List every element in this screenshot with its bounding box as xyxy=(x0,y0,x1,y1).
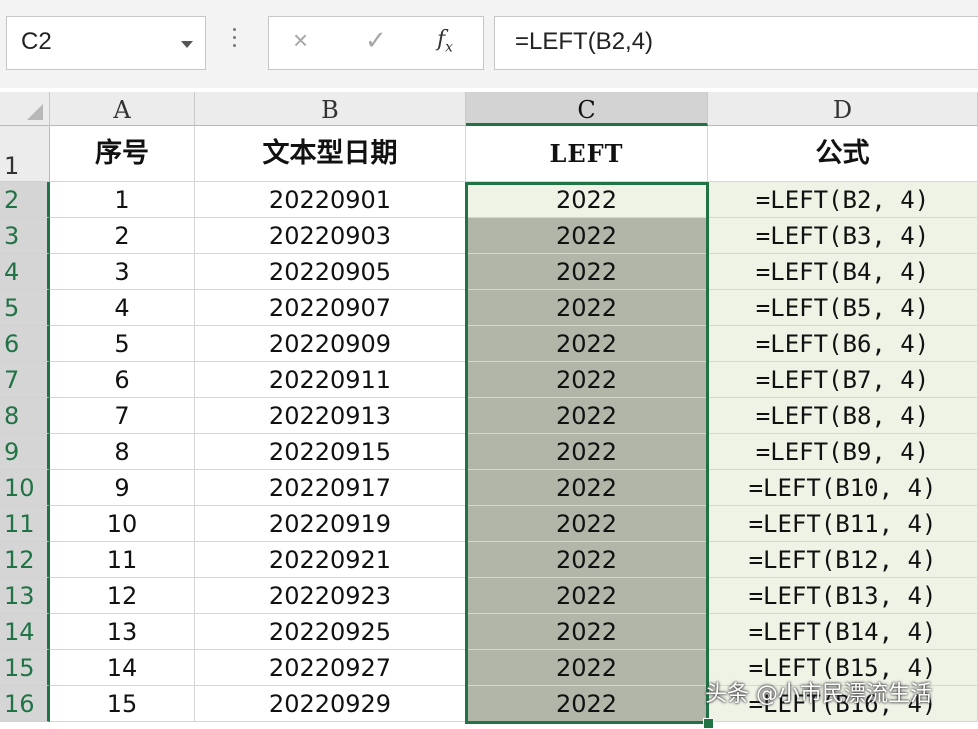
name-box[interactable]: C2 xyxy=(6,16,206,70)
column-header-a[interactable]: A xyxy=(50,92,195,126)
table-cell[interactable]: 2 xyxy=(50,218,195,254)
table-cell[interactable]: 6 xyxy=(50,362,195,398)
table-cell[interactable]: 15 xyxy=(50,686,195,722)
table-cell[interactable]: =LEFT(B5, 4) xyxy=(708,290,978,326)
table-cell[interactable]: 8 xyxy=(50,434,195,470)
table-cell[interactable]: 20220905 xyxy=(195,254,466,290)
row-header[interactable]: 14 xyxy=(0,614,50,650)
selected-cell[interactable]: 2022 xyxy=(466,614,708,650)
table-cell[interactable]: 20220917 xyxy=(195,470,466,506)
table-cell[interactable]: 7 xyxy=(50,398,195,434)
selected-cell[interactable]: 2022 xyxy=(466,218,708,254)
row-header[interactable]: 3 xyxy=(0,218,50,254)
selected-cell[interactable]: 2022 xyxy=(466,326,708,362)
selected-cell[interactable]: 2022 xyxy=(466,686,708,722)
table-cell[interactable]: =LEFT(B14, 4) xyxy=(708,614,978,650)
table-cell[interactable]: 14 xyxy=(50,650,195,686)
table-cell[interactable]: =LEFT(B3, 4) xyxy=(708,218,978,254)
row-header[interactable]: 15 xyxy=(0,650,50,686)
header-cell[interactable]: 文本型日期 xyxy=(195,126,466,182)
table-cell[interactable]: 20220929 xyxy=(195,686,466,722)
table-cell[interactable]: 12 xyxy=(50,578,195,614)
formula-buttons: × ✓ fx xyxy=(268,16,484,70)
table-cell[interactable]: 11 xyxy=(50,542,195,578)
table-cell[interactable]: 20220901 xyxy=(195,182,466,218)
formula-text: =LEFT(B2,4) xyxy=(515,28,654,55)
table-cell[interactable]: =LEFT(B11, 4) xyxy=(708,506,978,542)
table-cell[interactable]: 20220907 xyxy=(195,290,466,326)
selected-cell[interactable]: 2022 xyxy=(466,182,708,218)
selected-cell[interactable]: 2022 xyxy=(466,398,708,434)
table-cell[interactable]: 20220909 xyxy=(195,326,466,362)
row-header[interactable]: 9 xyxy=(0,434,50,470)
table-cell[interactable]: 20220913 xyxy=(195,398,466,434)
row-header[interactable]: 12 xyxy=(0,542,50,578)
table-cell[interactable]: 9 xyxy=(50,470,195,506)
enter-icon[interactable]: ✓ xyxy=(365,25,387,56)
column-header-d[interactable]: D xyxy=(708,92,978,126)
table-cell[interactable]: 10 xyxy=(50,506,195,542)
table-cell[interactable]: 5 xyxy=(50,326,195,362)
selected-cell[interactable]: 2022 xyxy=(466,542,708,578)
selected-cell[interactable]: 2022 xyxy=(466,578,708,614)
table-cell[interactable]: =LEFT(B4, 4) xyxy=(708,254,978,290)
table-cell[interactable]: 20220919 xyxy=(195,506,466,542)
selected-cell[interactable]: 2022 xyxy=(466,290,708,326)
table-cell[interactable]: =LEFT(B6, 4) xyxy=(708,326,978,362)
table-cell[interactable]: 20220925 xyxy=(195,614,466,650)
chevron-down-icon[interactable] xyxy=(181,41,193,48)
selected-cell[interactable]: 2022 xyxy=(466,434,708,470)
table-cell[interactable]: =LEFT(B13, 4) xyxy=(708,578,978,614)
formula-input[interactable]: =LEFT(B2,4) xyxy=(494,16,978,70)
table-cell[interactable]: 20220921 xyxy=(195,542,466,578)
name-box-value: C2 xyxy=(21,28,52,55)
row-header[interactable]: 10 xyxy=(0,470,50,506)
selected-cell[interactable]: 2022 xyxy=(466,362,708,398)
table-cell[interactable]: =LEFT(B8, 4) xyxy=(708,398,978,434)
table-cell[interactable]: =LEFT(B12, 4) xyxy=(708,542,978,578)
table-cell[interactable]: =LEFT(B2, 4) xyxy=(708,182,978,218)
table-cell[interactable]: 20220911 xyxy=(195,362,466,398)
selected-cell[interactable]: 2022 xyxy=(466,254,708,290)
table-cell[interactable]: 1 xyxy=(50,182,195,218)
selected-cell[interactable]: 2022 xyxy=(466,470,708,506)
row-header[interactable]: 7 xyxy=(0,362,50,398)
table-cell[interactable]: 20220915 xyxy=(195,434,466,470)
fx-sub: x xyxy=(445,39,454,56)
row-header-1[interactable]: 1 xyxy=(0,126,50,182)
row-header[interactable]: 2 xyxy=(0,182,50,218)
fx-label: f xyxy=(437,27,446,52)
table-cell[interactable]: 3 xyxy=(50,254,195,290)
table-cell[interactable]: =LEFT(B7, 4) xyxy=(708,362,978,398)
header-cell[interactable]: 公式 xyxy=(708,126,978,182)
row-header[interactable]: 4 xyxy=(0,254,50,290)
select-all-button[interactable] xyxy=(0,92,50,126)
selected-cell[interactable]: 2022 xyxy=(466,650,708,686)
row-header[interactable]: 11 xyxy=(0,506,50,542)
table-cell[interactable]: 20220927 xyxy=(195,650,466,686)
table-cell[interactable]: 4 xyxy=(50,290,195,326)
table-cell[interactable]: =LEFT(B9, 4) xyxy=(708,434,978,470)
row-header[interactable]: 8 xyxy=(0,398,50,434)
header-cell[interactable]: LEFT xyxy=(466,126,708,182)
select-all-icon xyxy=(27,104,43,120)
row-header[interactable]: 16 xyxy=(0,686,50,722)
formula-bar-area: C2 × ✓ fx =LEFT(B2,4) xyxy=(0,0,978,88)
column-header-c[interactable]: C xyxy=(466,92,708,126)
fill-handle[interactable] xyxy=(703,718,714,729)
table-cell[interactable]: 13 xyxy=(50,614,195,650)
table-cell[interactable]: =LEFT(B10, 4) xyxy=(708,470,978,506)
selected-cell[interactable]: 2022 xyxy=(466,506,708,542)
row-header[interactable]: 6 xyxy=(0,326,50,362)
insert-function-icon[interactable]: fx xyxy=(437,27,453,55)
table-cell[interactable]: 20220903 xyxy=(195,218,466,254)
row-header[interactable]: 5 xyxy=(0,290,50,326)
cancel-icon[interactable]: × xyxy=(293,25,308,56)
row-header[interactable]: 13 xyxy=(0,578,50,614)
column-header-b[interactable]: B xyxy=(195,92,466,126)
table-cell[interactable]: 20220923 xyxy=(195,578,466,614)
watermark: 头条 @小市民漂流生活 xyxy=(705,682,932,707)
drag-handle-icon[interactable] xyxy=(233,28,237,54)
header-cell[interactable]: 序号 xyxy=(50,126,195,182)
